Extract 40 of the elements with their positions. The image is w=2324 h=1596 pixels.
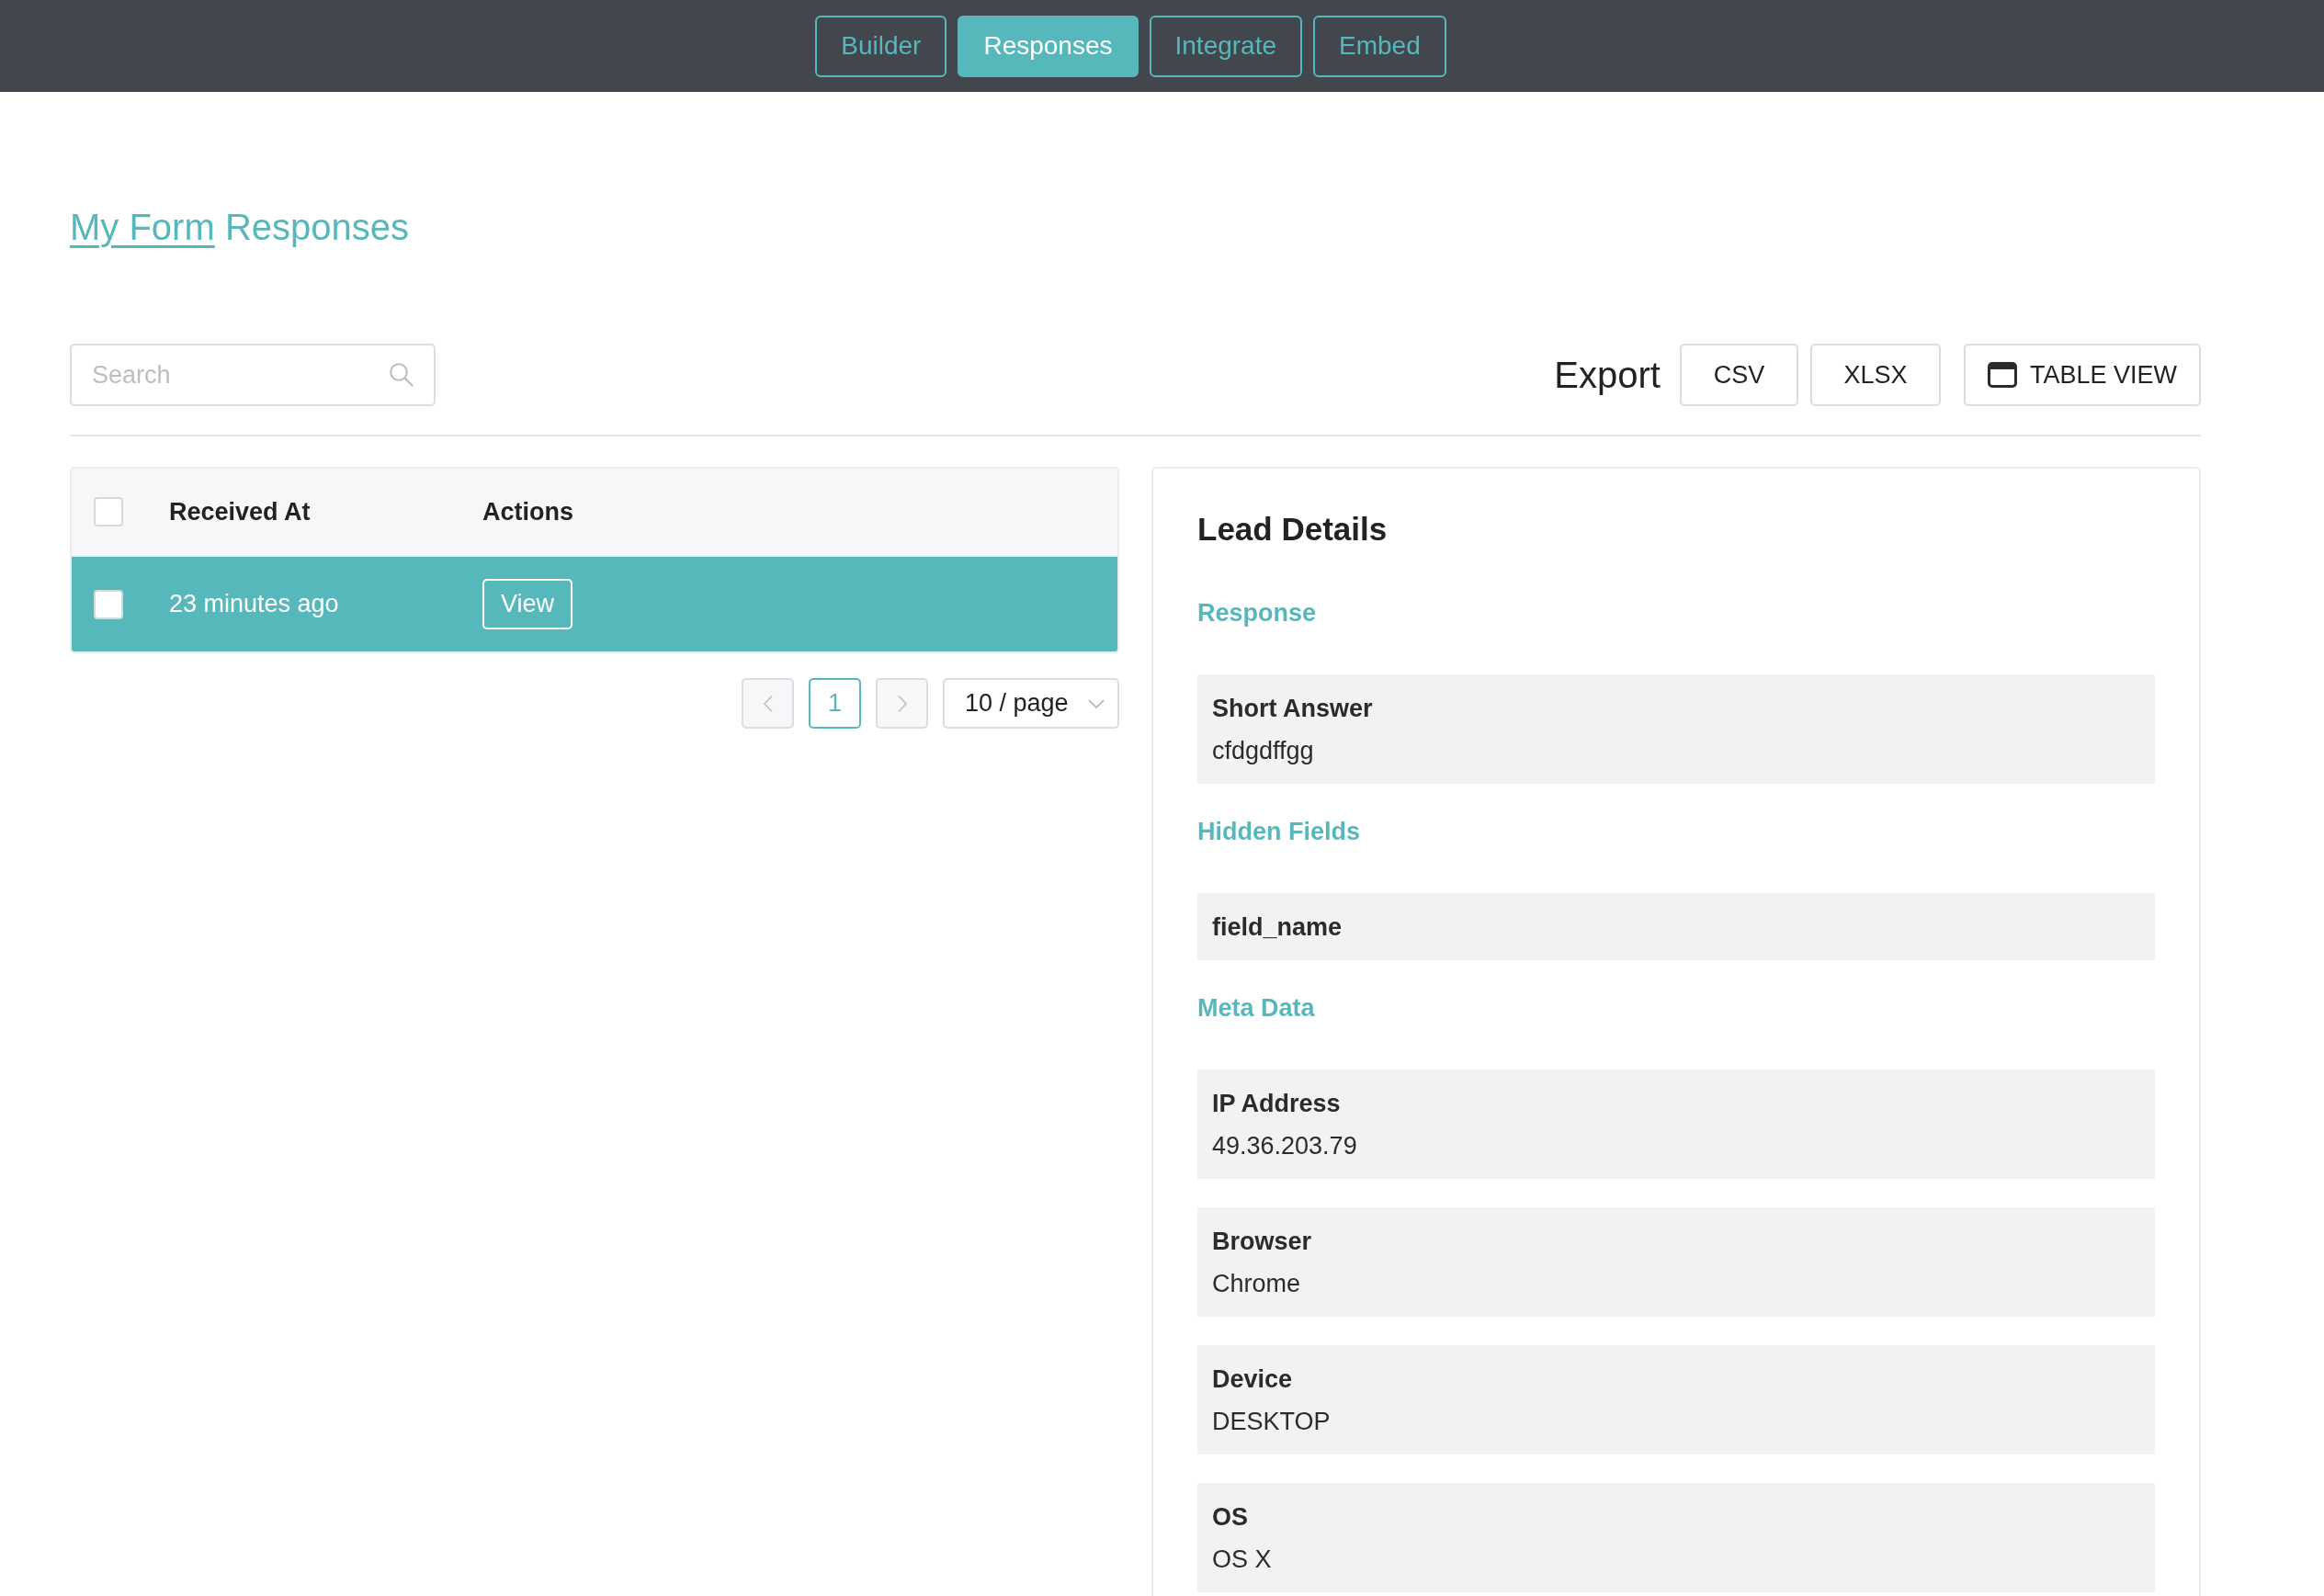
card-title: Lead Details: [1197, 510, 1389, 549]
chevron-down-icon: [1088, 698, 1105, 708]
search-icon: [389, 362, 414, 387]
form-link[interactable]: My Form: [70, 207, 215, 247]
page-title: Responses: [224, 207, 409, 247]
field-value: OS X: [1212, 1545, 1273, 1574]
window-icon: [1987, 362, 2017, 388]
section-heading: Hidden Fields: [1197, 817, 1362, 846]
nav-tab[interactable]: Builder: [815, 15, 947, 77]
export-label: Export: [1554, 354, 1661, 397]
nav-tab[interactable]: Responses: [958, 15, 1139, 77]
field-value: 49.36.203.79: [1212, 1131, 1358, 1160]
column-header: Actions: [482, 497, 573, 526]
field-label: Browser: [1212, 1227, 1313, 1256]
row-checkbox[interactable]: [94, 589, 123, 619]
table-view-button[interactable]: TABLE VIEW: [1963, 344, 2201, 406]
table-row[interactable]: 23 minutes ago View: [72, 557, 1117, 651]
field-label: Short Answer: [1212, 694, 1374, 723]
select-all-checkbox[interactable]: [94, 497, 123, 526]
field-label: field_name: [1212, 912, 1343, 942]
export-button[interactable]: XLSX: [1809, 344, 1941, 406]
field-value: DESKTOP: [1212, 1407, 1332, 1436]
nav-tab[interactable]: Embed: [1313, 15, 1446, 77]
field-value: cfdgdffgg: [1212, 736, 1315, 765]
section-heading: Response: [1197, 598, 1318, 628]
table-cell: 23 minutes ago: [169, 590, 339, 618]
view-button[interactable]: View: [482, 579, 572, 629]
field-label: OS: [1212, 1502, 1249, 1532]
field-value: Chrome: [1212, 1269, 1302, 1298]
page-size-select[interactable]: 10 / page: [943, 678, 1119, 729]
field-label: Device: [1212, 1364, 1294, 1394]
chevron-left-icon: [762, 694, 774, 713]
chevron-right-icon: [896, 694, 908, 713]
field-label: IP Address: [1212, 1089, 1342, 1118]
export-button[interactable]: CSV: [1679, 344, 1798, 406]
nav-tab[interactable]: Integrate: [1149, 15, 1303, 77]
page-button[interactable]: 1: [809, 678, 861, 729]
section-heading: Meta Data: [1197, 993, 1316, 1023]
column-header: Received At: [169, 497, 311, 526]
search-field[interactable]: Search: [70, 344, 436, 406]
